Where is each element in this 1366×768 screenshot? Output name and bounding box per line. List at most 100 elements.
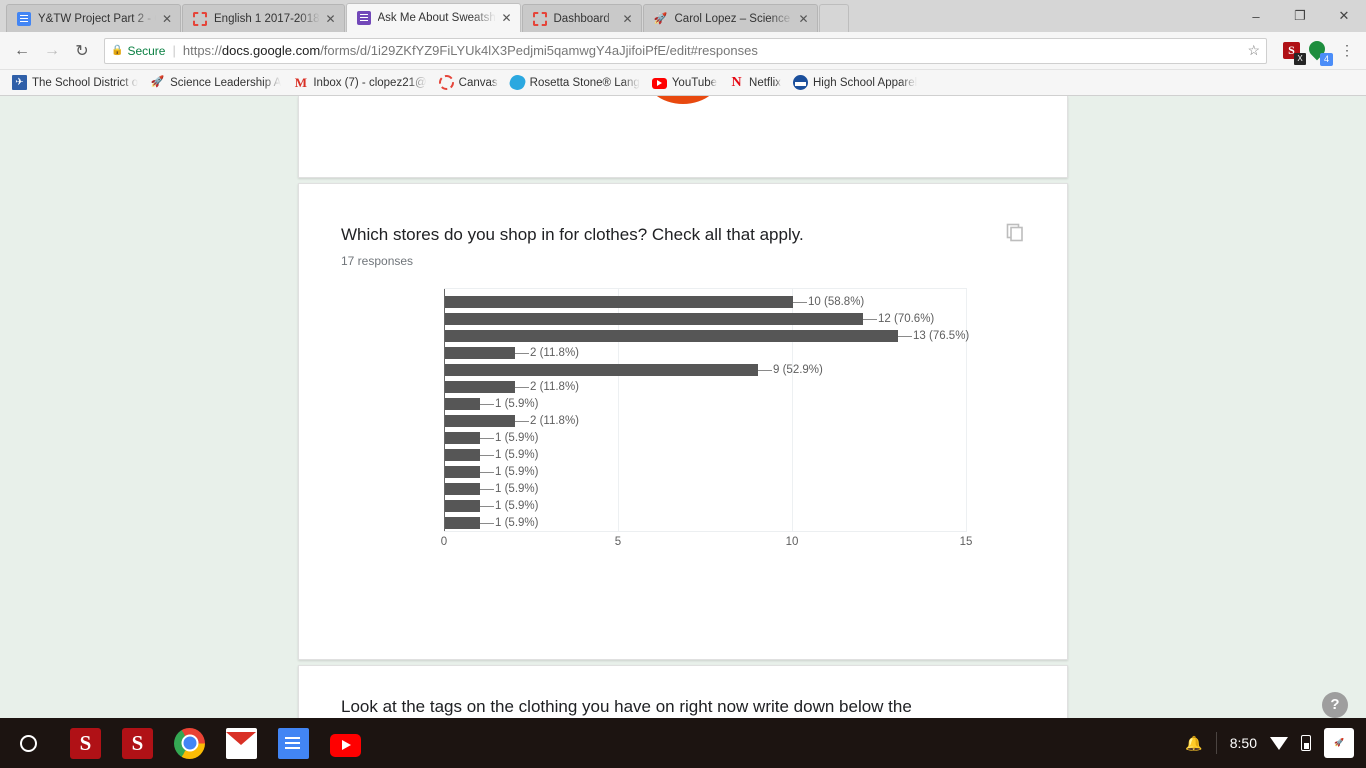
question-card: Which stores do you shop in for clothes?… — [298, 183, 1068, 660]
bar — [445, 313, 863, 326]
address-bar[interactable]: 🔒 Secure | https://docs.google.com/forms… — [104, 37, 1267, 64]
copy-icon[interactable] — [1005, 222, 1025, 242]
school-district-icon — [12, 75, 27, 90]
taskbar: S S 🔔 8:50 🚀 — [0, 718, 1366, 768]
app-icon-s-1[interactable]: S — [70, 727, 101, 759]
reload-icon[interactable]: ↻ — [68, 37, 96, 65]
browser-tab-4[interactable]: Carol Lopez – Science L ✕ — [642, 4, 818, 32]
app-icon-gmail[interactable] — [226, 727, 257, 759]
close-icon[interactable]: ✕ — [502, 12, 514, 24]
close-icon[interactable]: ✕ — [623, 13, 635, 25]
back-icon[interactable]: ← — [8, 37, 36, 65]
bar-value-label: 9 (52.9%) — [773, 364, 823, 377]
battery-icon[interactable] — [1301, 735, 1311, 751]
app-icon-chrome[interactable] — [174, 727, 205, 759]
bookmark-item-3[interactable]: Canvas — [435, 75, 506, 90]
new-tab-button[interactable] — [818, 4, 849, 32]
wifi-icon[interactable] — [1270, 736, 1288, 750]
plot-area: 10 (58.8%) 12 (70.6%) 13 (76.5%) 2 (11.8… — [444, 288, 969, 533]
system-tray: 🔔 8:50 🚀 — [1185, 728, 1354, 758]
close-window-button[interactable]: ✕ — [1322, 0, 1366, 32]
bookmark-item-4[interactable]: Rosetta Stone® Lang — [506, 72, 648, 93]
bar-leader-line — [515, 386, 529, 388]
app-icon-docs[interactable] — [278, 727, 309, 759]
bar-value-label: 1 (5.9%) — [495, 398, 539, 411]
x-tick-label: 10 — [785, 536, 799, 549]
chart-bar-row: 13 (76.5%) — [445, 330, 969, 343]
bar-value-label: 1 (5.9%) — [495, 483, 539, 496]
tab-title: English 1 2017-2018 — [214, 12, 320, 25]
close-icon[interactable]: ✕ — [162, 13, 174, 25]
profile-avatar[interactable]: 4 — [1305, 37, 1333, 66]
bar-leader-line — [793, 301, 807, 303]
close-icon[interactable]: ✕ — [326, 13, 338, 25]
tab-title: Y&TW Project Part 2 - Go — [38, 12, 156, 25]
browser-tab-3[interactable]: Dashboard ✕ — [521, 4, 642, 32]
forward-icon[interactable]: → — [38, 37, 66, 65]
bookmark-item-7[interactable]: High School Apparel — [789, 75, 925, 90]
bar — [445, 364, 758, 377]
gridline-5 — [618, 289, 619, 532]
bookmark-label: High School Apparel — [812, 76, 918, 89]
chart-bar-row: 9 (52.9%) — [445, 364, 823, 377]
bar — [445, 381, 515, 394]
bookmarks-bar: The School District o Science Leadership… — [0, 70, 1366, 96]
user-avatar[interactable]: 🚀 — [1324, 728, 1354, 758]
tab-title: Carol Lopez – Science L — [674, 12, 793, 25]
browser-tab-1[interactable]: English 1 2017-2018 ✕ — [182, 4, 345, 32]
bookmark-item-5[interactable]: YouTube — [648, 76, 725, 89]
clock[interactable]: 8:50 — [1230, 735, 1257, 751]
extension-s-icon[interactable]: S X — [1283, 42, 1306, 65]
bookmark-item-2[interactable]: M Inbox (7) - clopez21@ — [289, 75, 434, 90]
chart-bar-row: 1 (5.9%) — [445, 449, 539, 462]
bookmark-item-0[interactable]: The School District o — [8, 75, 146, 90]
app-icon-s-2[interactable]: S — [122, 727, 153, 759]
bookmark-label: The School District o — [32, 76, 139, 89]
bookmark-label: Inbox (7) - clopez21@ — [313, 76, 427, 89]
bookmark-label: YouTube — [671, 76, 718, 89]
extension-icons: S X 4 ⋮ — [1283, 37, 1358, 66]
gridline-15 — [966, 289, 967, 532]
browser-tab-0[interactable]: Y&TW Project Part 2 - Go ✕ — [6, 4, 181, 32]
previous-question-card — [298, 96, 1068, 178]
apparel-icon — [792, 75, 808, 90]
question-title-text: Which stores do you shop in for clothes?… — [341, 225, 804, 244]
bar-leader-line — [480, 488, 494, 490]
netflix-icon: N — [731, 75, 742, 90]
pie-chart-partial — [643, 96, 723, 104]
page-viewport: Which stores do you shop in for clothes?… — [0, 96, 1366, 740]
bookmark-star-icon[interactable]: ☆ — [1247, 42, 1260, 59]
bar-leader-line — [863, 318, 877, 320]
gridline-10 — [792, 289, 793, 532]
bookmark-item-1[interactable]: Science Leadership A — [146, 75, 289, 90]
help-button[interactable]: ? — [1322, 692, 1348, 718]
chrome-menu-icon[interactable]: ⋮ — [1336, 42, 1358, 59]
tab-title: Dashboard — [553, 12, 610, 25]
window-controls: – ❐ ✕ — [1234, 0, 1366, 32]
response-count: 17 responses — [341, 254, 414, 269]
bar-value-label: 1 (5.9%) — [495, 449, 539, 462]
bookmark-item-6[interactable]: N Netflix — [725, 75, 789, 90]
chart-bar-row: 2 (11.8%) — [445, 381, 579, 394]
app-icon-youtube[interactable] — [330, 733, 361, 757]
close-icon[interactable]: ✕ — [799, 13, 811, 25]
youtube-icon — [651, 78, 667, 89]
maximize-button[interactable]: ❐ — [1278, 0, 1322, 32]
bar-value-label: 10 (58.8%) — [808, 296, 865, 309]
browser-tab-2[interactable]: Ask Me About Sweatsho ✕ — [345, 3, 521, 32]
bar-value-label: 1 (5.9%) — [495, 432, 539, 445]
forms-response-column: Which stores do you shop in for clothes?… — [298, 96, 1068, 737]
minimize-button[interactable]: – — [1234, 0, 1278, 32]
gmail-icon: M — [294, 75, 307, 90]
bar-value-label: 12 (70.6%) — [878, 313, 935, 326]
bookmark-label: Science Leadership A — [170, 76, 282, 89]
bar-value-label: 2 (11.8%) — [530, 415, 580, 428]
bar — [445, 415, 515, 428]
rocket-icon — [654, 12, 668, 26]
notification-icon[interactable]: 🔔 — [1185, 735, 1202, 752]
bar-leader-line — [480, 505, 494, 507]
launcher-icon[interactable] — [20, 734, 37, 752]
bar — [445, 330, 898, 343]
x-tick-label: 0 — [440, 536, 448, 549]
bar-value-label: 1 (5.9%) — [495, 500, 539, 513]
